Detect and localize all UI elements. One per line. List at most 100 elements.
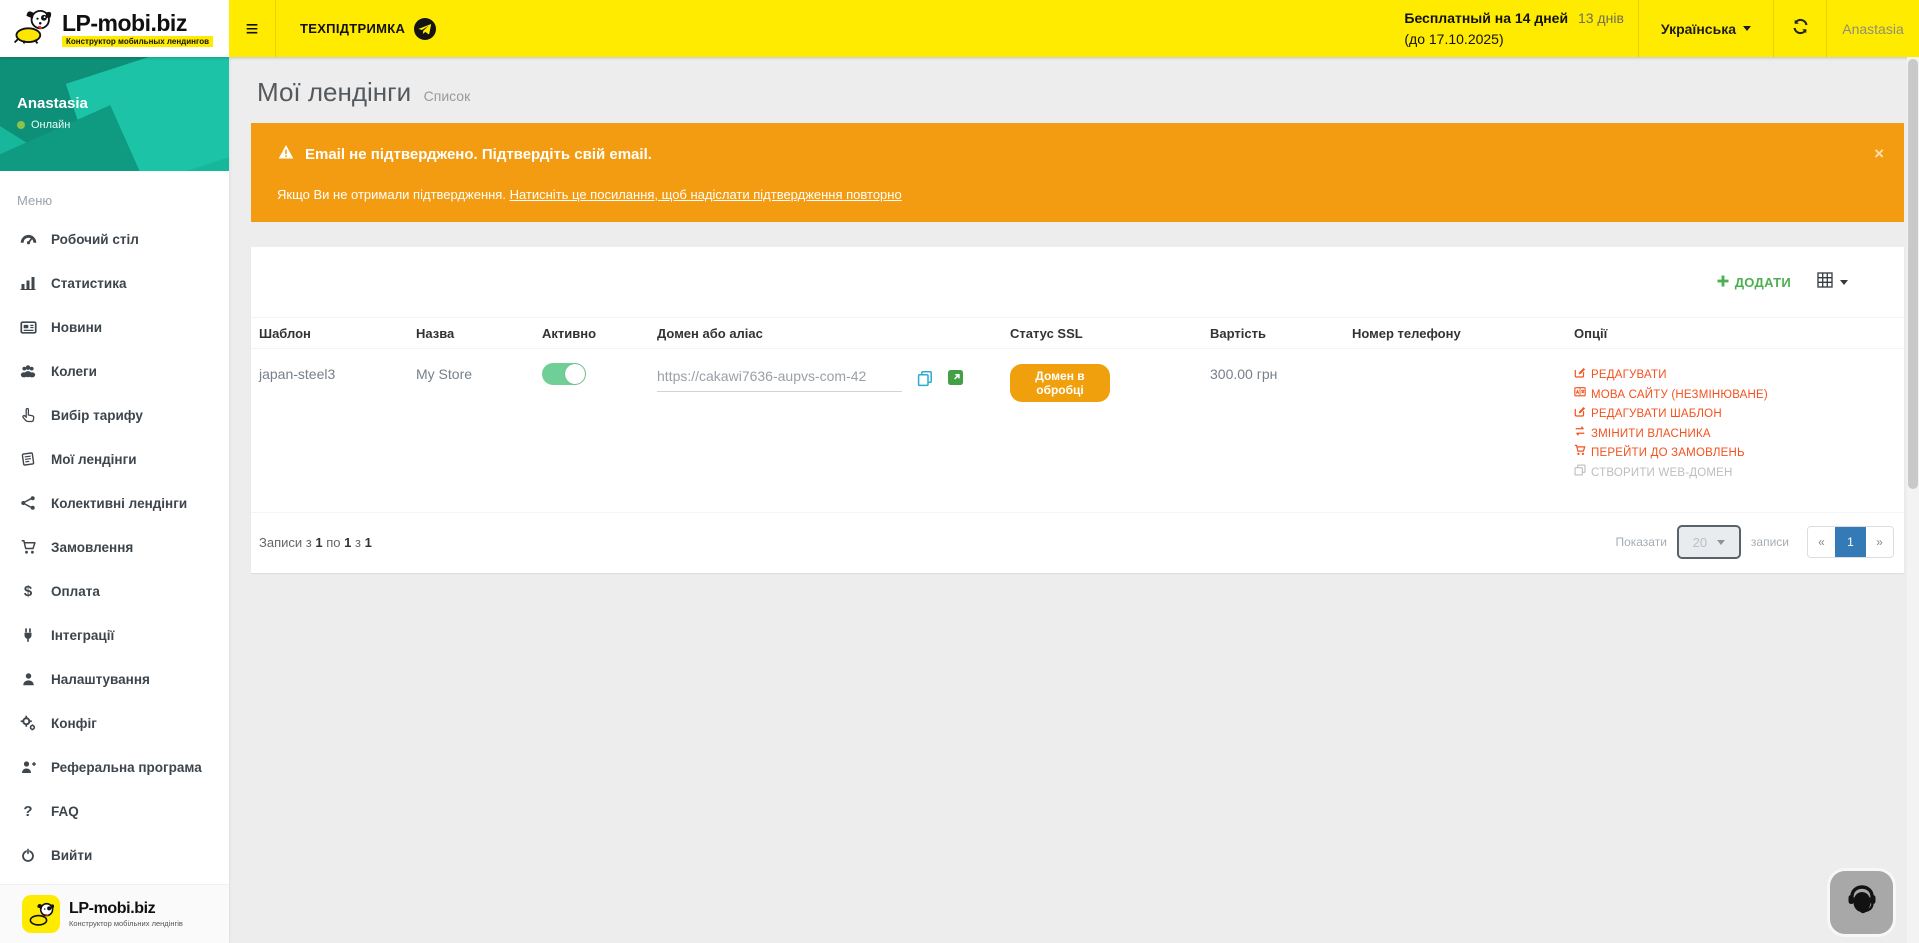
sidebar-item-my-landings[interactable]: Мої лендінги xyxy=(0,437,229,481)
brand-title: LP-mobi.biz xyxy=(62,11,213,35)
support-link[interactable]: ТЕХПІДТРИМКА xyxy=(276,0,454,57)
scrollbar-thumb[interactable] xyxy=(1908,59,1918,489)
option-label: РЕДАГУВАТИ xyxy=(1591,366,1667,386)
show-label: Показати xyxy=(1615,535,1666,549)
topbar-username[interactable]: Anastasia xyxy=(1827,0,1919,57)
ssl-status-badge: Домен в обробці xyxy=(1010,364,1110,402)
page-scrollbar[interactable] xyxy=(1907,57,1919,943)
column-header-name: Назва xyxy=(408,317,534,349)
cell-template: japan-steel3 xyxy=(251,349,408,512)
sidebar-item-integrations[interactable]: Інтеграції xyxy=(0,613,229,657)
landings-icon xyxy=(17,451,39,467)
records-text: по xyxy=(326,535,340,550)
sidebar-item-label: Конфіг xyxy=(51,716,97,731)
copy-icon[interactable] xyxy=(917,370,933,390)
cell-price: 300.00 грн xyxy=(1202,349,1344,512)
user-plus-icon xyxy=(17,759,39,775)
language-selector[interactable]: Українська xyxy=(1639,0,1773,57)
sidebar-item-colleagues[interactable]: Колеги xyxy=(0,349,229,393)
clone-icon xyxy=(1574,464,1586,484)
online-status-dot xyxy=(17,121,25,129)
sidebar-item-faq[interactable]: ? FAQ xyxy=(0,789,229,833)
edit-icon xyxy=(1574,366,1586,386)
footer-logo-title: LP-mobi.biz xyxy=(69,900,183,917)
user-icon xyxy=(17,671,39,687)
sidebar-item-statistics[interactable]: Статистика xyxy=(0,261,229,305)
sidebar-item-label: Статистика xyxy=(51,276,126,291)
open-link-icon[interactable] xyxy=(948,370,963,388)
sidebar-item-payment[interactable]: $ Оплата xyxy=(0,569,229,613)
sidebar-footer-logo: LP-mobi.biz Конструктор мобільних лендін… xyxy=(0,884,229,943)
close-icon[interactable]: × xyxy=(1874,145,1884,162)
add-landing-label: ДОДАТИ xyxy=(1735,275,1791,290)
cell-name: My Store xyxy=(408,349,534,512)
active-toggle[interactable] xyxy=(542,363,586,385)
main-content: Мої лендінги Список Email не підтверджен… xyxy=(229,57,1919,943)
hand-pointer-icon xyxy=(17,407,39,423)
records-text: Записи з xyxy=(259,535,312,550)
option-change-owner[interactable]: ЗМІНИТИ ВЛАСНИКА xyxy=(1574,425,1896,445)
domain-input[interactable] xyxy=(657,366,902,392)
sidebar-item-config[interactable]: Конфіг xyxy=(0,701,229,745)
sidebar-item-orders[interactable]: Замовлення xyxy=(0,525,229,569)
resend-confirmation-link[interactable]: Натисніть це посилання, щоб надіслати пі… xyxy=(510,187,902,202)
dog-logo-icon xyxy=(22,895,60,933)
column-header-options: Опції xyxy=(1566,317,1904,349)
brand-logo: LP-mobi.biz Конструктор мобильных лендин… xyxy=(0,0,229,57)
option-create-web-domain[interactable]: СТВОРИТИ WEB-ДОМЕН xyxy=(1574,464,1896,484)
brand-subtitle: Конструктор мобильных лендингов xyxy=(62,36,213,47)
plan-days-left: 13 днів xyxy=(1578,10,1624,26)
sidebar-item-referral[interactable]: Реферальна програма xyxy=(0,745,229,789)
telegram-icon xyxy=(414,18,436,40)
records-number: 1 xyxy=(344,535,351,550)
plan-name: Бесплатный на 14 дней xyxy=(1404,10,1568,26)
sidebar-item-tariff[interactable]: Вибір тарифу xyxy=(0,393,229,437)
landings-panel: ДОДАТИ Шаблон Назва Активно Домен або ал… xyxy=(251,247,1904,573)
alert-body-text: Якщо Ви не отримали підтвердження. xyxy=(277,187,510,202)
sidebar-user-panel: Anastasia Онлайн xyxy=(0,57,229,171)
records-word: записи xyxy=(1751,535,1789,549)
support-label: ТЕХПІДТРИМКА xyxy=(300,21,405,36)
sidebar-menu: Робочий стіл Статистика Новини Колеги Ви… xyxy=(0,217,229,877)
add-landing-button[interactable]: ДОДАТИ xyxy=(1717,275,1791,290)
option-label: МОВА САЙТУ (НЕЗМІНЮВАНЕ) xyxy=(1591,386,1768,406)
sidebar-item-logout[interactable]: Вийти xyxy=(0,833,229,877)
sidebar-user-name: Anastasia xyxy=(17,95,229,112)
columns-dropdown-button[interactable] xyxy=(1817,272,1848,293)
chevron-down-icon xyxy=(1840,280,1848,285)
hamburger-menu-icon[interactable]: ≡ xyxy=(229,0,275,57)
email-warning-alert: Email не підтверджено. Підтвердіть свій … xyxy=(251,123,1904,222)
sidebar-item-dashboard[interactable]: Робочий стіл xyxy=(0,217,229,261)
landings-table: Шаблон Назва Активно Домен або аліас Ста… xyxy=(251,317,1904,512)
plug-icon xyxy=(17,627,39,643)
page-title: Мої лендінги xyxy=(257,77,411,107)
option-edit[interactable]: РЕДАГУВАТИ xyxy=(1574,366,1896,386)
sidebar-item-news[interactable]: Новини xyxy=(0,305,229,349)
pagination-prev-button[interactable]: « xyxy=(1808,527,1835,557)
sidebar-item-label: Реферальна програма xyxy=(51,760,202,775)
refresh-icon xyxy=(1792,18,1809,40)
pagination-page-1[interactable]: 1 xyxy=(1835,527,1866,557)
refresh-button[interactable] xyxy=(1774,0,1826,57)
sidebar-item-collective-landings[interactable]: Колективні лендінги xyxy=(0,481,229,525)
support-chat-widget[interactable] xyxy=(1830,871,1893,934)
dollar-icon: $ xyxy=(17,583,39,600)
records-text: з xyxy=(355,535,361,550)
sidebar: Anastasia Онлайн Меню Робочий стіл Стати… xyxy=(0,57,229,943)
chevron-down-icon xyxy=(1743,26,1751,31)
sidebar-item-label: Мої лендінги xyxy=(51,452,137,467)
cart-icon xyxy=(17,539,39,555)
pagination: « 1 » xyxy=(1807,526,1894,558)
plus-icon xyxy=(1717,275,1729,290)
page-size-select[interactable]: 20 xyxy=(1677,525,1741,559)
option-edit-template[interactable]: РЕДАГУВАТИ ШАБЛОН xyxy=(1574,405,1896,425)
sidebar-item-settings[interactable]: Налаштування xyxy=(0,657,229,701)
sidebar-item-label: Замовлення xyxy=(51,540,133,555)
topbar-spacer xyxy=(454,0,1404,57)
column-header-domain: Домен або аліас xyxy=(649,317,1002,349)
option-site-language[interactable]: МОВА САЙТУ (НЕЗМІНЮВАНЕ) xyxy=(1574,386,1896,406)
column-header-active: Активно xyxy=(534,317,649,349)
option-go-to-orders[interactable]: ПЕРЕЙТИ ДО ЗАМОВЛЕНЬ xyxy=(1574,444,1896,464)
column-header-phone: Номер телефону xyxy=(1344,317,1566,349)
pagination-next-button[interactable]: » xyxy=(1866,527,1893,557)
